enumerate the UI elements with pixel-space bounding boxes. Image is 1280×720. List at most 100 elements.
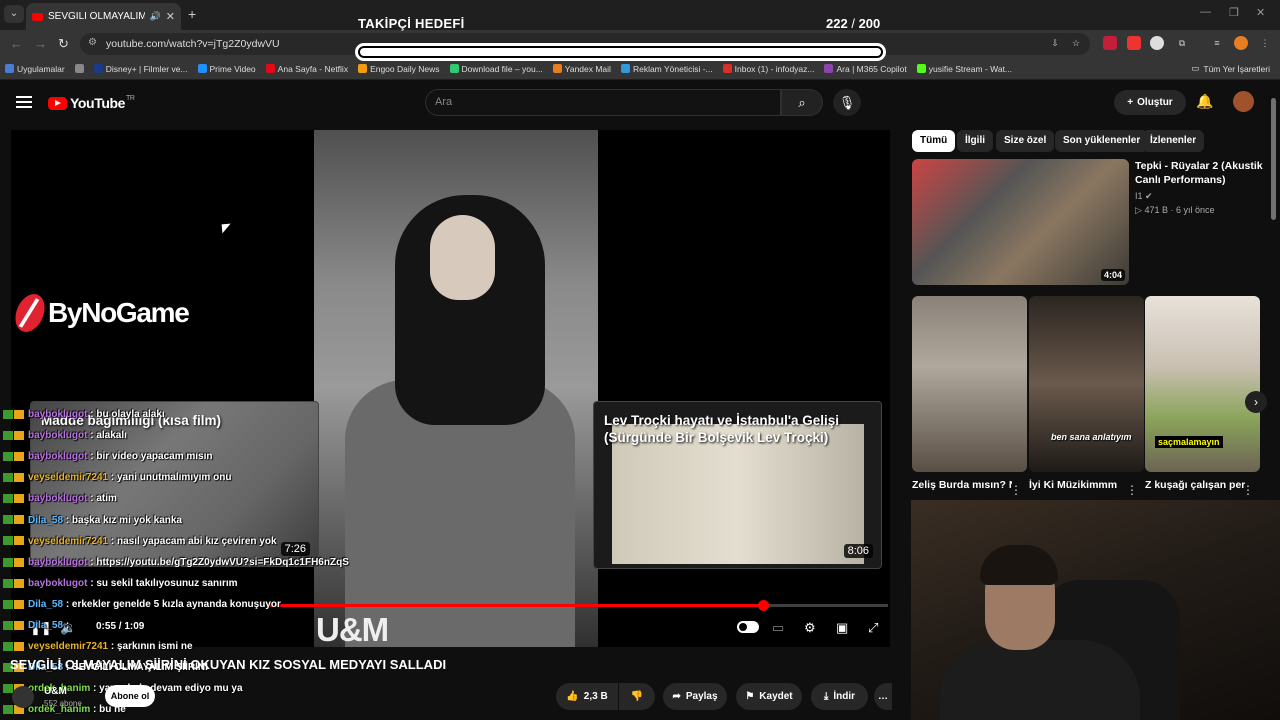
- bookmark-label: Reklam Yöneticisi -...: [632, 63, 713, 74]
- extension-red-icon[interactable]: [1103, 36, 1117, 50]
- microphone-icon[interactable]: 🎙: [833, 89, 861, 116]
- video-title: SEVGİLİ OLMAYALIM ŞİİRİNİ OKUYAN KIZ SOS…: [10, 657, 447, 672]
- verified-icon: ✔: [1145, 191, 1153, 201]
- chat-badge-icon: [3, 684, 13, 694]
- extension-circle-icon[interactable]: [1150, 36, 1164, 50]
- create-button[interactable]: + Oluştur: [1114, 90, 1186, 115]
- settings-gear-icon[interactable]: ⚙: [804, 620, 816, 636]
- new-tab-button[interactable]: +: [188, 6, 196, 22]
- follower-goal-bar: [355, 43, 886, 61]
- prime-icon: [197, 64, 207, 73]
- bookmark-download[interactable]: Download file – you...: [445, 64, 548, 74]
- channel-avatar[interactable]: [12, 686, 34, 708]
- chip-watched[interactable]: İzlenenler: [1142, 130, 1205, 152]
- tab-search-button[interactable]: ⌄: [4, 5, 24, 23]
- extensions-puzzle-icon[interactable]: ⧉: [1175, 36, 1189, 50]
- speaker-icon[interactable]: 🔊: [150, 11, 161, 22]
- grid-icon: [74, 64, 84, 73]
- more-actions-button[interactable]: …: [874, 683, 892, 710]
- shorts-next-arrow-icon[interactable]: ›: [1245, 391, 1267, 413]
- chat-badge-icon: [14, 557, 24, 567]
- bookmark-icon: ⚑: [745, 691, 755, 702]
- notifications-bell-icon[interactable]: 🔔: [1196, 93, 1213, 110]
- window-close-icon[interactable]: ✕: [1256, 6, 1265, 19]
- related-video-thumbnail[interactable]: 4:04: [912, 159, 1129, 285]
- chip-for-you[interactable]: Size özel: [996, 130, 1055, 152]
- chat-badge-icon: [3, 705, 13, 715]
- account-avatar[interactable]: [1233, 91, 1254, 112]
- chip-all[interactable]: Tümü: [912, 130, 956, 152]
- forward-icon[interactable]: →: [34, 36, 47, 51]
- bookmark-prime[interactable]: Prime Video: [193, 64, 261, 74]
- chat-message: bayboklugot : alakalı: [3, 430, 127, 441]
- subscribe-button[interactable]: Abone ol: [105, 685, 155, 707]
- bookmark-apps[interactable]: Uygulamalar: [0, 64, 70, 74]
- sponsor-text: ByNoGame: [48, 297, 190, 328]
- search-icon[interactable]: ⌕: [781, 89, 823, 116]
- bookmark-copilot[interactable]: Ara | M365 Copilot: [819, 64, 911, 74]
- menu-icon[interactable]: [16, 96, 32, 108]
- chat-text: : https://youtu.be/gTg2Z0ydwVU?si=FkDq1c…: [90, 556, 349, 568]
- bookmark-label: Ana Sayfa - Netflix: [277, 63, 349, 74]
- bookmark-grid[interactable]: [70, 64, 89, 73]
- profile-avatar-icon[interactable]: [1234, 36, 1248, 50]
- maximize-icon[interactable]: ❐: [1229, 6, 1239, 19]
- related-video-title[interactable]: Tepki - Rüyalar 2 (Akustik Canlı Perform…: [1135, 159, 1275, 187]
- all-bookmarks-label: Tüm Yer İşaretleri: [1203, 63, 1270, 74]
- gmail-icon: [722, 64, 732, 73]
- subtitles-icon[interactable]: ▭: [772, 620, 784, 636]
- short-thumbnail-2[interactable]: ben sana anlatıyım: [1029, 296, 1144, 472]
- reading-list-icon[interactable]: ≡: [1210, 36, 1224, 50]
- url-text: youtube.com/watch?v=jTg2Z0ydwVU: [106, 38, 280, 50]
- short-menu-icon[interactable]: ⋮: [1010, 483, 1022, 497]
- bookmark-netflix[interactable]: Ana Sayfa - Netflix: [261, 64, 353, 74]
- bookmark-kick[interactable]: yusifie Stream - Wat...: [912, 64, 1017, 74]
- chip-related[interactable]: İlgili: [957, 130, 993, 152]
- disney-icon: [93, 64, 103, 73]
- short-menu-icon[interactable]: ⋮: [1242, 483, 1254, 497]
- chat-badge-icon: [14, 430, 24, 440]
- download-button[interactable]: ⤓ İndir: [811, 683, 868, 710]
- play-count-icon: ▷: [1135, 205, 1142, 215]
- extension-video-icon[interactable]: [1127, 36, 1141, 50]
- save-button[interactable]: ⚑ Kaydet: [736, 683, 802, 710]
- sidebar-scrollbar[interactable]: [1271, 98, 1276, 220]
- all-bookmarks[interactable]: ▭ Tüm Yer İşaretleri: [1191, 63, 1270, 74]
- bookmark-yandex[interactable]: Yandex Mail: [548, 64, 616, 74]
- share-button[interactable]: ➦ Paylaş: [663, 683, 727, 710]
- netflix-icon: [265, 64, 275, 73]
- chat-username: bayboklugot: [28, 556, 88, 568]
- minimize-icon[interactable]: —: [1200, 6, 1211, 18]
- channel-name[interactable]: U&M: [44, 686, 67, 697]
- endscreen-card-2[interactable]: Lev Troçki hayatı ve İstanbul'a Gelişi (…: [593, 401, 882, 569]
- install-icon[interactable]: ⇩: [1048, 36, 1062, 50]
- back-icon[interactable]: ←: [10, 36, 23, 51]
- short-menu-icon[interactable]: ⋮: [1126, 483, 1138, 497]
- reload-icon[interactable]: ↻: [58, 36, 69, 52]
- youtube-logo[interactable]: YouTube TR: [48, 95, 135, 111]
- browser-tab[interactable]: SEVGİLİ OLMAYALIM ŞİİRİN 🔊 ✕: [26, 3, 181, 30]
- site-info-icon[interactable]: ⚙: [88, 37, 97, 48]
- chat-message: bayboklugot : https://youtu.be/gTg2Z0ydw…: [3, 557, 349, 568]
- short-thumbnail-1[interactable]: [912, 296, 1027, 472]
- bookmark-engoo[interactable]: Engoo Daily News: [353, 64, 444, 74]
- fullscreen-icon[interactable]: ⤢: [868, 620, 878, 636]
- related-channel[interactable]: I1: [1135, 191, 1143, 201]
- autoplay-toggle[interactable]: [737, 621, 759, 633]
- chat-badge-icon: [14, 641, 24, 651]
- like-button[interactable]: 👍 2,3 B: [556, 683, 618, 710]
- browser-menu-icon[interactable]: ⋮: [1258, 36, 1272, 50]
- video-progress-handle[interactable]: [757, 600, 769, 611]
- search-input[interactable]: Ara: [425, 89, 781, 116]
- dislike-button[interactable]: 👎: [619, 683, 655, 710]
- ads-icon: [620, 64, 630, 73]
- bookmark-ads[interactable]: Reklam Yöneticisi -...: [616, 64, 718, 74]
- theater-mode-icon[interactable]: ▣: [836, 620, 848, 636]
- bookmark-disney[interactable]: Disney+ | Filmler ve...: [89, 64, 193, 74]
- short-thumbnail-3[interactable]: saçmalamayın: [1145, 296, 1260, 472]
- close-tab-icon[interactable]: ✕: [166, 10, 175, 23]
- chip-recent[interactable]: Son yüklenenler: [1055, 130, 1149, 152]
- bookmark-gmail[interactable]: Inbox (1) - infodyaz...: [718, 64, 820, 74]
- plus-icon: +: [1127, 97, 1134, 108]
- bookmark-star-icon[interactable]: ☆: [1069, 36, 1083, 50]
